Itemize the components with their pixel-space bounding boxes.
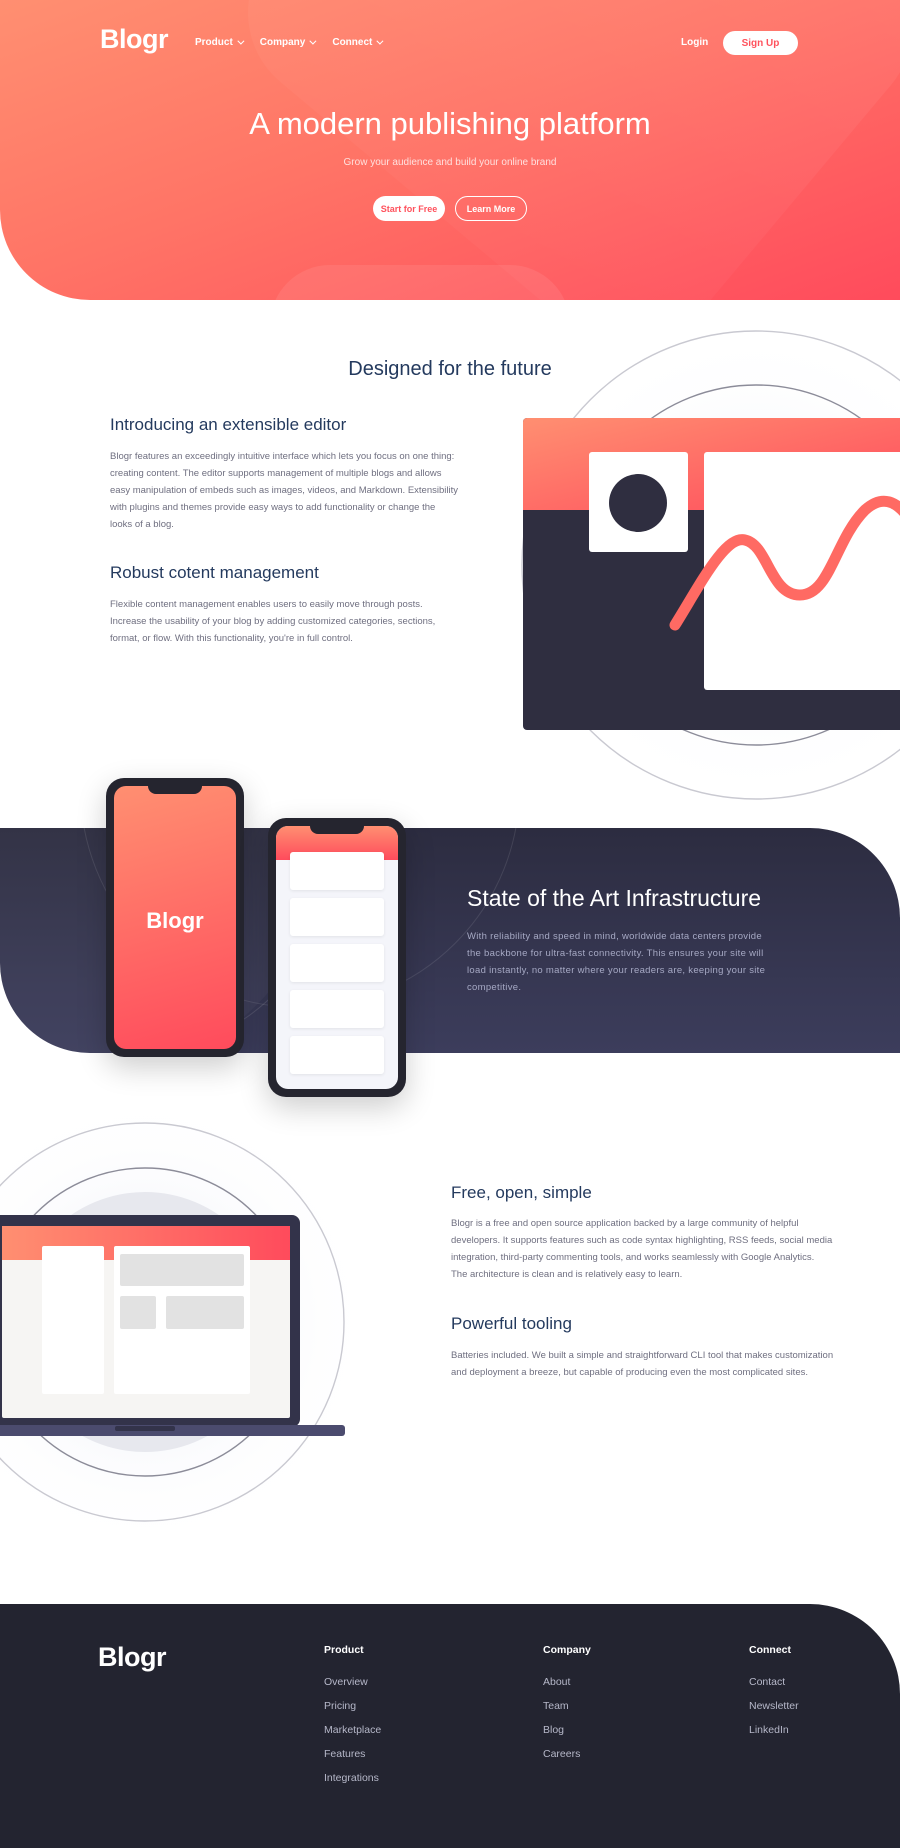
feature-description-line: Blogr is a free and open source applicat… [451, 1218, 799, 1229]
footer-column-heading: Connect [749, 1644, 791, 1656]
footer-link-team[interactable]: Team [543, 1700, 591, 1724]
signup-button[interactable]: Sign Up [723, 31, 798, 55]
content-card [290, 852, 384, 890]
start-for-free-button[interactable]: Start for Free [373, 196, 445, 221]
chevron-down-icon [309, 37, 317, 45]
content-card [290, 944, 384, 982]
feature-heading: Robust cotent management [110, 563, 319, 582]
phone-mockup: Blogr [106, 778, 244, 1057]
infrastructure-title: State of the Art Infrastructure [467, 885, 762, 911]
footer-column-heading: Product [324, 1644, 364, 1656]
footer-column-heading: Company [543, 1644, 591, 1656]
nav-item-connect[interactable]: Connect [332, 37, 384, 48]
footer-column-connect: Connect Contact Newsletter LinkedIn [749, 1644, 799, 1748]
hero-title: A modern publishing platform [249, 106, 651, 141]
editor-illustration [500, 330, 900, 830]
nav-item-product[interactable]: Product [195, 37, 245, 48]
footer-link-integrations[interactable]: Integrations [324, 1772, 381, 1796]
footer-link-contact[interactable]: Contact [749, 1676, 799, 1700]
feature-description: Batteries included. We built a simple an… [451, 1347, 851, 1381]
chevron-down-icon [237, 37, 245, 45]
footer-link-about[interactable]: About [543, 1676, 591, 1700]
feature-description-line: Flexible content management enables user… [110, 599, 423, 610]
feature-description-line: integration, third-party commenting tool… [451, 1252, 815, 1263]
nav-item-label: Connect [332, 37, 373, 48]
main-nav: Product Company Connect [195, 37, 384, 48]
phone-mockup [268, 818, 406, 1097]
feature-description-line: The architecture is clean and is relativ… [451, 1269, 683, 1280]
footer-link-overview[interactable]: Overview [324, 1676, 381, 1700]
feature-heading: Free, open, simple [451, 1183, 592, 1202]
hero-subtitle: Grow your audience and build your online… [343, 157, 557, 168]
feature-description-line: format, or flow. With this functionality… [110, 633, 353, 644]
feature-description-line: easy manipulation of embeds such as imag… [110, 485, 458, 496]
learn-more-button[interactable]: Learn More [455, 196, 527, 221]
footer-link-marketplace[interactable]: Marketplace [324, 1724, 381, 1748]
feature-description: Flexible content management enables user… [110, 596, 470, 647]
footer-link-careers[interactable]: Careers [543, 1748, 591, 1772]
infrastructure-description-line: competitive. [467, 982, 522, 993]
feature-description-line: creating content. The editor supports ma… [110, 468, 442, 479]
feature-description: Blogr is a free and open source applicat… [451, 1215, 851, 1283]
laptop-illustration [0, 1092, 375, 1552]
content-card [290, 898, 384, 936]
login-link[interactable]: Login [681, 37, 708, 48]
hero-decoration [270, 265, 570, 300]
feature-description-line: developers. It supports features such as… [451, 1235, 833, 1246]
feature-heading: Introducing an extensible editor [110, 415, 347, 434]
footer-column-company: Company About Team Blog Careers [543, 1644, 591, 1772]
footer-logo[interactable]: Blogr [98, 1642, 167, 1673]
footer-link-linkedin[interactable]: LinkedIn [749, 1724, 799, 1748]
infrastructure-description-line: With reliability and speed in mind, worl… [467, 931, 762, 942]
nav-item-label: Product [195, 37, 233, 48]
footer-column-product: Product Overview Pricing Marketplace Fea… [324, 1644, 381, 1796]
content-card [290, 990, 384, 1028]
footer-link-newsletter[interactable]: Newsletter [749, 1700, 799, 1724]
feature-description-line: Increase the usability of your blog by a… [110, 616, 436, 627]
feature-description-line: Batteries included. We built a simple an… [451, 1350, 834, 1361]
nav-item-company[interactable]: Company [259, 37, 317, 48]
feature-description: Blogr features an exceedingly intuitive … [110, 448, 470, 533]
phone-screen: Blogr [114, 786, 236, 1049]
footer-link-features[interactable]: Features [324, 1748, 381, 1772]
nav-item-label: Company [259, 37, 306, 48]
feature-description-line: and deployment a breeze, but capable of … [451, 1367, 808, 1378]
feature-description-line: looks of a blog. [110, 519, 174, 530]
hero-section: Blogr Product Company Connect Login Sign… [0, 0, 900, 300]
infrastructure-description-line: the backbone for ultra-fast connectivity… [467, 948, 764, 959]
phone-screen [276, 826, 398, 1089]
infrastructure-description-line: load instantly, no matter where your rea… [467, 965, 766, 976]
feature-heading: Powerful tooling [451, 1314, 572, 1333]
header-logo[interactable]: Blogr [100, 24, 169, 55]
phone-logo: Blogr [146, 908, 204, 933]
footer-link-blog[interactable]: Blog [543, 1724, 591, 1748]
content-card [290, 1036, 384, 1074]
feature-description-line: with plugins and themes provide easy way… [110, 502, 436, 513]
footer: Blogr Product Overview Pricing Marketpla… [0, 1604, 900, 1848]
infrastructure-description: With reliability and speed in mind, worl… [467, 928, 807, 996]
phone-notch [310, 826, 364, 834]
feature-description-line: Blogr features an exceedingly intuitive … [110, 451, 455, 462]
footer-link-pricing[interactable]: Pricing [324, 1700, 381, 1724]
phone-notch [148, 786, 202, 794]
